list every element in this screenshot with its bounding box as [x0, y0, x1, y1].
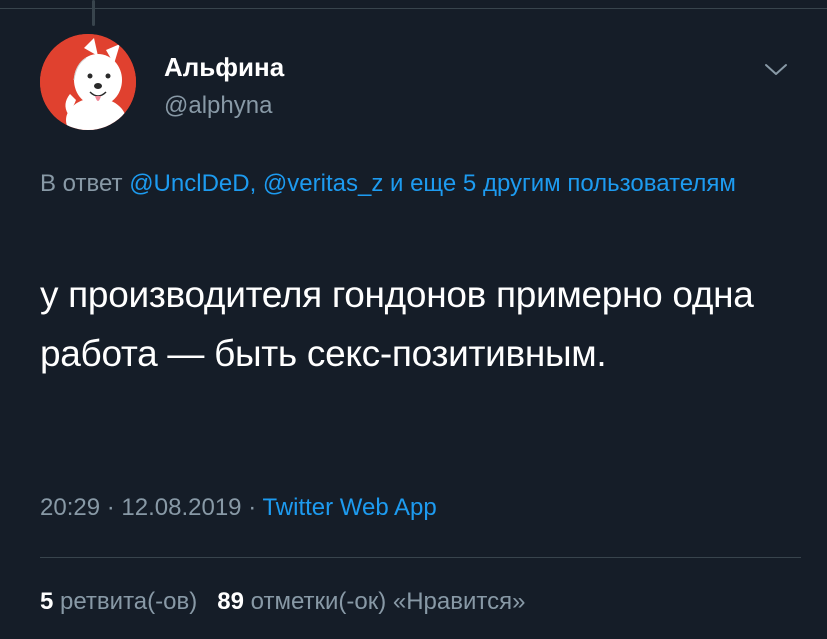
reply-conjunction: и еще	[390, 170, 457, 197]
tweet-meta: 20:29 · 12.08.2019 · Twitter Web App	[40, 494, 437, 522]
mention-uncldedd[interactable]: @UnclDeD,	[129, 170, 256, 197]
likes-label: отметки(-ок) «Нравится»	[250, 588, 526, 615]
tweet-source-link[interactable]: Twitter Web App	[262, 494, 436, 521]
meta-separator: ·	[248, 494, 257, 521]
mention-veritas-z[interactable]: @veritas_z	[263, 170, 383, 197]
dog-avatar-icon	[40, 34, 136, 130]
likes-stat[interactable]: 89 отметки(-ок) «Нравится»	[217, 588, 525, 615]
retweets-stat[interactable]: 5 ретвита(-ов)	[40, 588, 204, 615]
tweet-time[interactable]: 20:29	[40, 494, 100, 521]
reply-prefix: В ответ	[40, 170, 123, 197]
reply-context: В ответ @UnclDeD, @veritas_z и еще 5 дру…	[40, 164, 780, 204]
likes-count: 89	[217, 588, 244, 615]
avatar[interactable]	[40, 34, 136, 130]
reply-others-link[interactable]: 5 другим пользователям	[463, 170, 736, 197]
chevron-down-icon[interactable]	[762, 60, 790, 80]
author-name[interactable]: Альфина	[164, 52, 284, 83]
retweets-count: 5	[40, 588, 54, 615]
retweets-label: ретвита(-ов)	[60, 588, 198, 615]
meta-separator: ·	[106, 494, 115, 521]
author-handle[interactable]: @alphyna	[164, 92, 272, 120]
stats-divider	[40, 557, 801, 558]
tweet-date[interactable]: 12.08.2019	[121, 494, 241, 521]
tweet-text: у производителя гондонов примерно одна р…	[40, 274, 754, 374]
tweet-stats: 5 ретвита(-ов) 89 отметки(-ок) «Нравится…	[40, 588, 525, 616]
thread-connector-line	[92, 0, 95, 26]
top-divider	[0, 8, 827, 9]
